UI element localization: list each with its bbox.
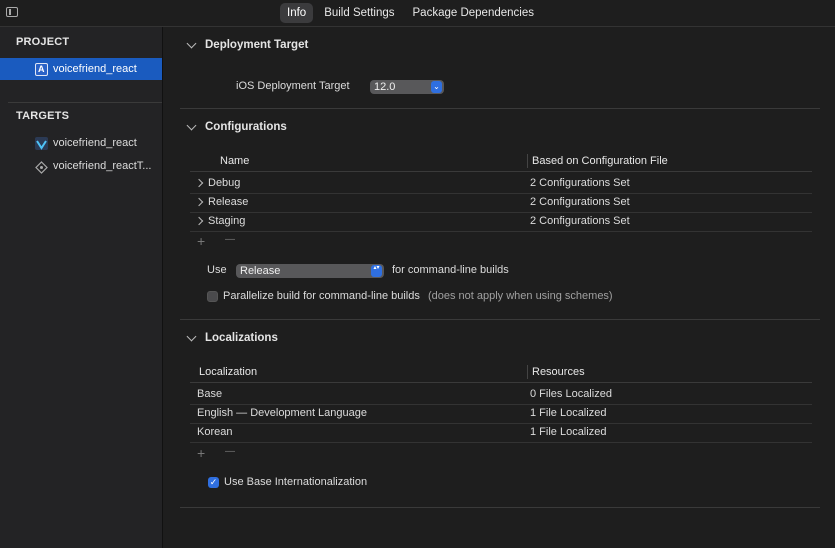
localizations-table-header: Localization Resources <box>190 362 812 383</box>
table-row[interactable]: Debug 2 Configurations Set <box>190 174 812 194</box>
chevron-right-icon[interactable] <box>194 216 204 226</box>
chevron-down-icon: ⌄ <box>431 81 442 93</box>
chevron-right-icon[interactable] <box>194 178 204 188</box>
disclosure-chevron-icon[interactable] <box>186 120 197 131</box>
column-header-localization: Localization <box>199 366 258 378</box>
group-title: Localizations <box>205 332 278 344</box>
popup-arrows-icon: ▴▾ <box>371 265 382 277</box>
editor-tabs: Info Build Settings Package Dependencies <box>280 3 545 23</box>
remove-localization-button[interactable]: — <box>225 446 235 457</box>
project-sidebar: PROJECT A voicefriend_react TARGETS voic… <box>0 27 163 548</box>
parallelize-text: Parallelize build for command-line build… <box>223 290 420 302</box>
config-name: Staging <box>208 215 246 227</box>
test-target-icon <box>35 160 48 174</box>
column-separator <box>527 365 528 379</box>
sidebar-item-label: voicefriend_reactT... <box>53 160 152 172</box>
project-editor: Deployment Target iOS Deployment Target … <box>163 27 835 548</box>
localization-resources: 1 File Localized <box>530 426 607 438</box>
tab-package-dependencies[interactable]: Package Dependencies <box>406 3 541 23</box>
localizations-header[interactable]: Localizations <box>186 331 278 344</box>
disclosure-chevron-icon[interactable] <box>186 331 197 342</box>
parallelize-build-checkbox[interactable] <box>207 291 218 302</box>
column-header-based-on: Based on Configuration File <box>532 155 668 167</box>
top-toolbar: Info Build Settings Package Dependencies <box>0 0 835 27</box>
tab-build-settings[interactable]: Build Settings <box>317 3 401 23</box>
sidebar-toggle-icon[interactable] <box>6 7 18 17</box>
project-section-header: PROJECT <box>16 36 70 48</box>
config-based-on: 2 Configurations Set <box>530 177 630 189</box>
table-row[interactable]: Staging 2 Configurations Set <box>190 212 812 232</box>
configurations-header[interactable]: Configurations <box>186 120 287 133</box>
sidebar-item-target-tests[interactable]: voicefriend_reactT... <box>0 155 162 177</box>
base-internationalization-checkbox[interactable]: ✓ <box>208 477 219 488</box>
sidebar-divider <box>8 102 162 103</box>
localization-name: Base <box>197 388 223 400</box>
disclosure-chevron-icon[interactable] <box>186 38 197 49</box>
remove-configuration-button[interactable]: — <box>225 234 235 245</box>
chevron-right-icon[interactable] <box>194 197 204 207</box>
config-name: Release <box>208 196 249 208</box>
sidebar-item-label: voicefriend_react <box>53 137 137 149</box>
use-label: Use <box>207 264 227 276</box>
parallelize-note: (does not apply when using schemes) <box>427 290 613 302</box>
deployment-target-header[interactable]: Deployment Target <box>186 38 309 51</box>
xcode-project-icon: A <box>35 62 48 76</box>
localization-resources: 1 File Localized <box>530 407 607 419</box>
add-configuration-button[interactable]: + <box>197 233 205 249</box>
table-row[interactable]: Release 2 Configurations Set <box>190 193 812 213</box>
base-internationalization-label: Use Base Internationalization <box>224 476 368 488</box>
ios-deployment-target-popup[interactable]: 12.0 ⌄ <box>370 80 444 94</box>
column-separator <box>527 154 528 168</box>
column-header-name: Name <box>220 155 250 167</box>
group-title: Configurations <box>205 121 287 133</box>
section-divider <box>180 108 820 109</box>
app-target-icon <box>35 136 48 150</box>
table-row[interactable]: Base 0 Files Localized <box>190 385 812 405</box>
parallelize-build-label: Parallelize build for command-line build… <box>223 290 613 302</box>
command-line-config-popup[interactable]: Release ▴▾ <box>236 264 384 278</box>
localization-name: Korean <box>197 426 233 438</box>
config-based-on: 2 Configurations Set <box>530 215 630 227</box>
table-row[interactable]: English — Development Language 1 File Lo… <box>190 404 812 424</box>
localization-name: English — Development Language <box>197 407 368 419</box>
targets-section-header: TARGETS <box>16 110 70 122</box>
sidebar-item-target-app[interactable]: voicefriend_react <box>0 132 162 154</box>
ios-deployment-target-label: iOS Deployment Target <box>236 80 350 92</box>
config-name: Debug <box>208 177 241 189</box>
configurations-table-header: Name Based on Configuration File <box>190 151 812 172</box>
table-row[interactable]: Korean 1 File Localized <box>190 423 812 443</box>
popup-value: Release <box>240 265 281 277</box>
column-header-resources: Resources <box>532 366 585 378</box>
sidebar-item-project[interactable]: A voicefriend_react <box>0 58 162 80</box>
group-title: Deployment Target <box>205 39 309 51</box>
localization-resources: 0 Files Localized <box>530 388 612 400</box>
add-localization-button[interactable]: + <box>197 445 205 461</box>
tab-info[interactable]: Info <box>280 3 314 23</box>
popup-value: 12.0 <box>374 81 396 93</box>
section-divider <box>180 507 820 508</box>
sidebar-item-label: voicefriend_react <box>53 63 137 75</box>
config-based-on: 2 Configurations Set <box>530 196 630 208</box>
section-divider <box>180 319 820 320</box>
command-line-builds-label: for command-line builds <box>392 264 509 276</box>
checkmark-icon: ✓ <box>209 477 218 487</box>
